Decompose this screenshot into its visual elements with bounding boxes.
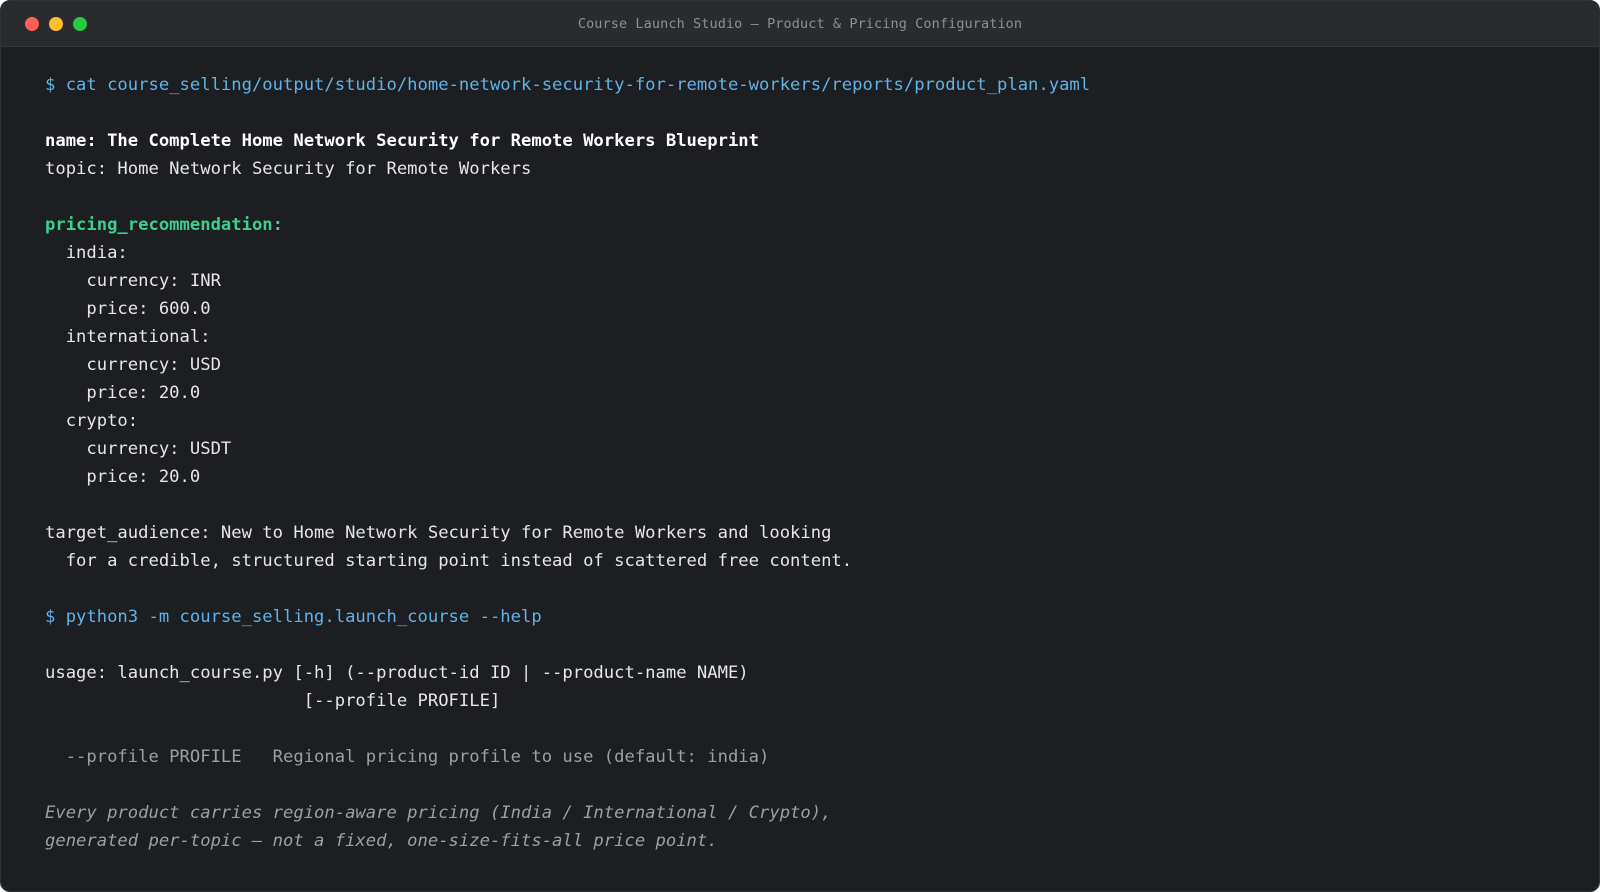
command-cat-line: $ cat course_selling/output/studio/home-…: [45, 75, 1091, 95]
yaml-india-currency: currency: INR: [45, 271, 221, 291]
note-line-2: generated per-topic — not a fixed, one-s…: [45, 831, 718, 851]
yaml-international-price: price: 20.0: [45, 383, 201, 403]
option-profile-line: --profile PROFILE Regional pricing profi…: [45, 747, 770, 767]
yaml-crypto-currency: currency: USDT: [45, 439, 232, 459]
terminal-window: Course Launch Studio — Product & Pricing…: [0, 0, 1600, 892]
yaml-target-audience-line-1: target_audience: New to Home Network Sec…: [45, 523, 832, 543]
yaml-pricing-header: pricing_recommendation:: [45, 215, 283, 235]
yaml-india-label: india:: [45, 243, 128, 263]
yaml-crypto-price: price: 20.0: [45, 467, 201, 487]
note-line-1: Every product carries region-aware prici…: [45, 803, 832, 823]
yaml-name-line: name: The Complete Home Network Security…: [45, 131, 759, 151]
yaml-target-audience-line-2: for a credible, structured starting poin…: [45, 551, 853, 571]
usage-line-2: [--profile PROFILE]: [45, 691, 501, 711]
window-title: Course Launch Studio — Product & Pricing…: [577, 16, 1023, 32]
title-bar[interactable]: Course Launch Studio — Product & Pricing…: [1, 1, 1599, 47]
yaml-topic-line: topic: Home Network Security for Remote …: [45, 159, 532, 179]
command-python-line: $ python3 -m course_selling.launch_cours…: [45, 607, 542, 627]
usage-line-1: usage: launch_course.py [-h] (--product-…: [45, 663, 749, 683]
yaml-india-price: price: 600.0: [45, 299, 211, 319]
yaml-international-label: international:: [45, 327, 211, 347]
yaml-crypto-label: crypto:: [45, 411, 139, 431]
terminal-output[interactable]: $ cat course_selling/output/studio/home-…: [45, 71, 1565, 855]
yaml-international-currency: currency: USD: [45, 355, 221, 375]
